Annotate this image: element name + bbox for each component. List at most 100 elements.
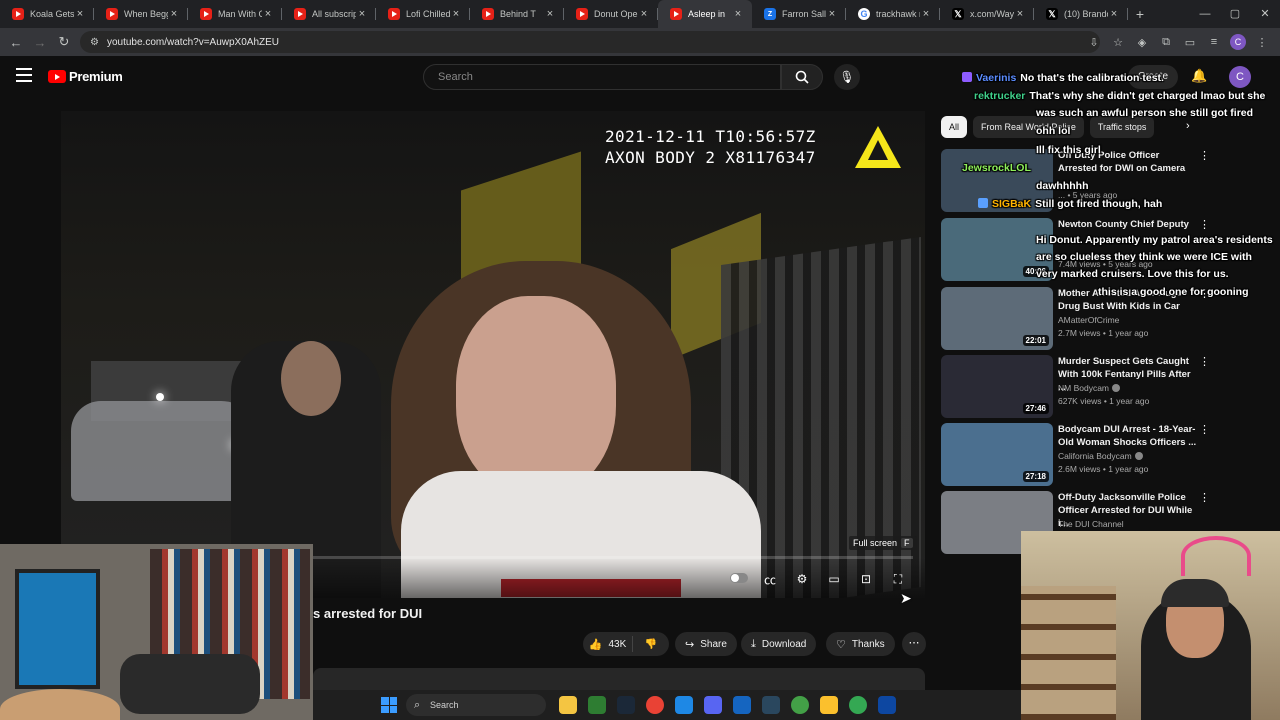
steam-icon[interactable] [617,696,635,714]
cast-icon[interactable]: ⊡ [856,571,876,587]
app-icon[interactable] [820,696,838,714]
browser-tab-label: Farron Salley [782,9,826,19]
browser-tab[interactable]: All subscripti× [282,0,376,28]
recommended-video-title[interactable]: Bodycam DUI Arrest - 18-Year-Old Woman S… [1058,423,1198,449]
video-player[interactable]: 2021-12-11 T10:56:57Z AXON BODY 2 X81176… [61,111,925,598]
close-tab-icon[interactable]: × [544,8,556,20]
settings-gear-icon[interactable]: ⚙ [792,571,812,587]
sidebar-icon[interactable]: ▭ [1178,36,1202,49]
filter-chip[interactable]: All [941,116,968,138]
close-tab-icon[interactable]: × [168,8,180,20]
more-options-icon[interactable]: ⋮ [1199,491,1210,504]
more-options-icon[interactable]: ⋮ [1199,149,1210,162]
close-tab-icon[interactable]: × [1108,8,1120,20]
notifications-bell-icon[interactable]: 🔔 [1191,68,1207,84]
install-icon[interactable]: ⇩ [1082,36,1106,49]
browser-tab[interactable]: Gtrackhawk m× [846,0,940,28]
close-tab-icon[interactable]: × [732,8,744,20]
minimize-icon[interactable]: — [1190,0,1220,28]
reload-icon[interactable]: ↻ [52,34,76,50]
browser-tab[interactable]: Koala Gets K× [0,0,94,28]
youtube-premium-logo[interactable]: Premium [48,69,123,84]
browser-menu-icon[interactable]: ⋮ [1250,36,1274,49]
browser-tab[interactable]: When Beggi× [94,0,188,28]
address-bar[interactable]: ⚙ youtube.com/watch?v=AuwpX0AhZEU [80,31,1100,53]
steam-icon[interactable] [762,696,780,714]
close-tab-icon[interactable]: × [356,8,368,20]
dislike-button[interactable]: 👎 [633,639,669,650]
more-options-icon[interactable]: ⋮ [1199,218,1210,231]
app-icon[interactable] [675,696,693,714]
channel-name[interactable]: NM Bodycam [1058,383,1121,393]
channel-name[interactable]: California Bodycam [1058,451,1143,461]
zillow-icon: Z [764,8,776,20]
browser-tab[interactable]: Asleep in × [658,0,752,28]
close-tab-icon[interactable]: × [1014,8,1026,20]
close-tab-icon[interactable]: × [638,8,650,20]
video-thumbnail[interactable]: 27:18 [941,423,1053,486]
webcam-foreground-object [0,689,120,720]
channel-name[interactable]: AMatterOfCrime [1058,315,1119,325]
recommended-video[interactable]: 27:46 Murder Suspect Gets Caught With 100… [941,355,1271,418]
subtitles-icon[interactable]: ㏄ [760,571,780,587]
profile-avatar[interactable]: C [1230,34,1246,50]
download-button[interactable]: ⤓ Download [741,632,817,656]
axon-logo-icon [855,126,901,168]
close-tab-icon[interactable]: × [262,8,274,20]
more-options-icon[interactable]: ⋮ [1199,423,1210,436]
menu-icon[interactable] [16,68,32,82]
recommended-video[interactable]: 27:18 Bodycam DUI Arrest - 18-Year-Old Wo… [941,423,1271,486]
windows-start-icon[interactable] [381,697,397,713]
chat-text: No that's the calibration test. [1020,72,1164,84]
browser-tab[interactable]: Lofi Chilled E× [376,0,470,28]
file-explorer-icon[interactable] [559,696,577,714]
back-icon[interactable]: ← [4,35,28,50]
close-window-icon[interactable]: ✕ [1250,0,1280,28]
close-tab-icon[interactable]: × [826,8,838,20]
discord-icon[interactable] [704,696,722,714]
channel-name[interactable]: The DUI Channel [1058,519,1124,529]
media-icon[interactable]: ≡ [1202,36,1226,48]
like-button[interactable]: 👍 43K [583,636,633,652]
browser-tab[interactable]: 𝕏 (10) Brando × [1034,0,1128,28]
close-tab-icon[interactable]: × [450,8,462,20]
new-tab-icon[interactable]: + [1128,6,1152,22]
browser-tab[interactable]: Donut Opera× [564,0,658,28]
bookmark-star-icon[interactable]: ☆ [1106,36,1130,49]
browser-tab[interactable]: Man With Cl× [188,0,282,28]
video-thumbnail[interactable]: 22:01 [941,287,1053,350]
taskbar-search[interactable]: Search [406,694,546,716]
search-input[interactable]: Search [423,64,781,90]
youtube-icon [482,8,494,20]
app-icon[interactable] [588,696,606,714]
maximize-icon[interactable]: ▢ [1220,0,1250,28]
chat-text: Hi Donut. Apparently my patrol area's re… [1036,234,1273,246]
more-options-icon[interactable]: ⋮ [1199,355,1210,368]
search-button[interactable] [781,64,823,90]
video-thumbnail[interactable]: 27:46 [941,355,1053,418]
extension-icon[interactable]: ◈ [1130,36,1154,49]
browser-tab[interactable]: Z Farron Salley× [752,0,846,28]
extensions-puzzle-icon[interactable]: ⧉ [1154,36,1178,49]
app-icon[interactable] [878,696,896,714]
app-icon[interactable] [733,696,751,714]
browser-tab[interactable]: 𝕏x.com/Wayw× [940,0,1034,28]
site-info-icon[interactable]: ⚙ [90,37,99,48]
account-avatar[interactable]: C [1229,66,1251,88]
chat-text: very marked cruisers. Love this for us. [1036,268,1229,280]
chrome-icon[interactable] [849,696,867,714]
voice-search-icon[interactable]: 🎙 [834,64,860,90]
fullscreen-icon[interactable]: ⛶ [888,571,908,587]
theater-mode-icon[interactable]: ▭ [824,571,844,587]
close-tab-icon[interactable]: × [920,8,932,20]
app-icon[interactable] [791,696,809,714]
chrome-icon[interactable] [646,696,664,714]
webcam-streamer-cap [1161,579,1229,607]
more-actions-button[interactable]: ⋯ [902,632,926,656]
share-button[interactable]: ↪ Share [675,632,737,656]
autoplay-toggle[interactable] [730,573,748,583]
forward-icon[interactable]: → [28,35,52,50]
thanks-button[interactable]: ♡ Thanks [826,632,895,656]
browser-tab[interactable]: Behind T × [470,0,564,28]
close-tab-icon[interactable]: × [74,8,86,20]
